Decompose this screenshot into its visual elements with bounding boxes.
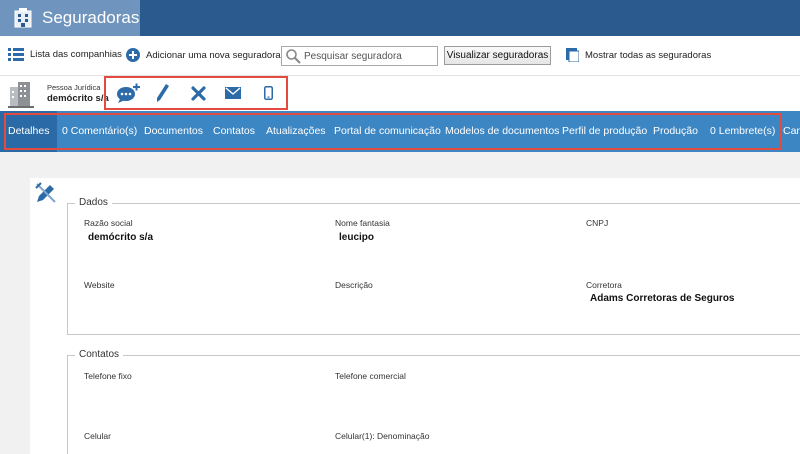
razao-social-value: demócrito s/a (88, 232, 154, 243)
contatos-fieldset: Contatos Telefone fixo Telefone comercia… (67, 349, 800, 454)
mobile-button[interactable] (251, 78, 286, 108)
website-label: Website (84, 280, 115, 290)
tab-lembretes[interactable]: 0 Lembrete(s) (702, 111, 783, 152)
dados-fieldset: Dados Razão social demócrito s/a Nome fa… (67, 197, 800, 335)
tab-atualizacoes[interactable]: Atualizações (258, 111, 334, 152)
plus-circle-icon (126, 48, 140, 62)
cnpj-label: CNPJ (586, 218, 609, 228)
delete-button[interactable] (180, 78, 215, 108)
tab-contatos[interactable]: Contatos (205, 111, 263, 152)
tab-modelos-documentos[interactable]: Modelos de documentos (437, 111, 567, 152)
tab-documentos[interactable]: Documentos (136, 111, 211, 152)
search-icon (285, 48, 301, 64)
document-icon (566, 48, 579, 62)
telefone-fixo-label: Telefone fixo (84, 371, 132, 381)
corretora-label: Corretora (586, 280, 622, 290)
view-insurers-button[interactable]: Visualizar seguradoras (444, 46, 551, 65)
tab-detalhes[interactable]: Detalhes (0, 111, 58, 152)
corretora-value: Adams Corretoras de Seguros (590, 293, 735, 304)
tab-cana[interactable]: Cana (775, 111, 800, 152)
pencil-icon (156, 84, 169, 102)
contatos-legend: Contatos (75, 349, 124, 360)
building-avatar-icon (6, 79, 36, 109)
email-button[interactable] (216, 78, 251, 108)
nav-tabs: Detalhes 0 Comentário(s) Documentos Cont… (0, 111, 800, 152)
envelope-icon (225, 87, 242, 99)
actions-group (104, 76, 288, 110)
dados-legend: Dados (75, 197, 112, 208)
toolbar: Lista das companhias Adicionar uma nova … (0, 36, 800, 76)
list-companies-label: Lista das companhias (30, 49, 122, 60)
telefone-comercial-label: Telefone comercial (335, 371, 406, 381)
descricao-label: Descrição (335, 280, 373, 290)
list-icon (8, 48, 24, 61)
search-box (281, 46, 438, 66)
add-comment-icon (116, 83, 140, 103)
celular-label: Celular (84, 431, 111, 441)
show-all-link[interactable]: Mostrar todas as seguradoras (566, 48, 711, 62)
tab-comentarios[interactable]: 0 Comentário(s) (54, 111, 145, 152)
nome-fantasia-label: Nome fantasia (335, 218, 390, 228)
tab-producao[interactable]: Produção (645, 111, 706, 152)
entity-bar: Pessoa Jurídica demócrito s/a (0, 76, 800, 111)
entity-name: demócrito s/a (47, 93, 109, 104)
edit-button[interactable] (145, 78, 180, 108)
entity-type: Pessoa Jurídica (47, 83, 101, 92)
page-title: Seguradoras (42, 8, 140, 27)
close-icon (190, 85, 206, 101)
search-input[interactable] (304, 50, 429, 62)
show-all-label: Mostrar todas as seguradoras (585, 49, 712, 61)
add-insurer-link[interactable]: Adicionar uma nova seguradora (126, 48, 281, 62)
mobile-phone-icon (263, 86, 273, 100)
list-companies-link[interactable]: Lista das companhias (8, 48, 122, 61)
celular1-label: Celular(1): Denominação (335, 431, 430, 441)
edit-form-icon[interactable] (34, 181, 58, 205)
add-insurer-label: Adicionar uma nova seguradora (146, 49, 281, 61)
tab-portal-comunicacao[interactable]: Portal de comunicação (326, 111, 449, 152)
add-comment-button[interactable] (110, 78, 145, 108)
building-icon (12, 7, 34, 29)
app-header: Seguradoras (0, 0, 800, 36)
tab-seguradoras[interactable]: Seguradoras (0, 0, 140, 36)
details-panel: Dados Razão social demócrito s/a Nome fa… (30, 178, 800, 454)
razao-social-label: Razão social (84, 218, 133, 228)
tab-perfil-producao[interactable]: Perfil de produção (554, 111, 655, 152)
nome-fantasia-value: leucipo (339, 232, 375, 243)
